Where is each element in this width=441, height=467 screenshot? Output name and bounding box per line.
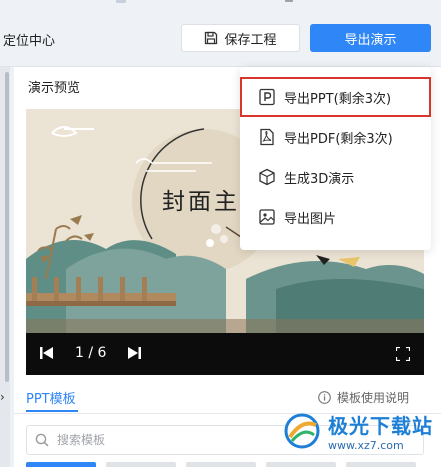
search-icon xyxy=(35,433,49,447)
category-chip[interactable] xyxy=(26,462,96,467)
template-category-strip xyxy=(26,462,441,467)
export-dropdown-menu: 导出PPT(剩余3次) 导出PDF(剩余3次) 生成3D演示 导出图片 xyxy=(240,67,431,250)
watermark-url: www.xz7.com xyxy=(328,439,404,452)
scrollbar[interactable] xyxy=(5,72,9,382)
next-slide-icon[interactable] xyxy=(127,347,141,359)
image-icon xyxy=(259,209,275,225)
tab-ppt-template[interactable]: PPT模板 xyxy=(26,388,76,407)
watermark-title: 极光下载站 xyxy=(328,414,433,438)
template-help-label: 模板使用说明 xyxy=(337,391,410,405)
template-help-link[interactable]: 模板使用说明 xyxy=(318,389,409,406)
menu-item-label: 导出PDF(剩余3次) xyxy=(284,131,393,147)
ppt-file-icon xyxy=(259,88,275,106)
floppy-disk-icon xyxy=(205,31,218,45)
menu-item-export-ppt[interactable]: 导出PPT(剩余3次) xyxy=(240,77,431,117)
save-project-button[interactable]: 保存工程 xyxy=(181,24,300,52)
previous-slide-icon[interactable] xyxy=(40,347,54,359)
site-watermark: 极光下载站 www.xz7.com xyxy=(282,410,433,452)
menu-item-export-image[interactable]: 导出图片 xyxy=(240,197,431,237)
info-icon xyxy=(318,391,331,404)
top-toolbar: 定位中心 保存工程 导出演示 xyxy=(0,0,441,67)
aurora-logo-icon xyxy=(284,413,320,449)
menu-item-label: 导出图片 xyxy=(284,211,337,227)
export-presentation-button[interactable]: 导出演示 xyxy=(310,24,431,52)
partial-icon xyxy=(116,0,126,3)
export-presentation-label: 导出演示 xyxy=(344,32,397,48)
preview-title: 演示预览 xyxy=(28,81,81,96)
category-chip[interactable] xyxy=(266,462,336,467)
category-chip[interactable] xyxy=(346,462,416,467)
menu-item-label: 导出PPT(剩余3次) xyxy=(284,91,392,107)
category-chip[interactable] xyxy=(106,462,176,467)
locate-center-label[interactable]: 定位中心 xyxy=(3,30,55,49)
collapse-arrow-icon[interactable]: › xyxy=(0,390,5,404)
watermark-text: 极光下载站 www.xz7.com xyxy=(328,410,433,452)
menu-item-export-pdf[interactable]: 导出PDF(剩余3次) xyxy=(240,117,431,157)
playback-controls: 1 / 6 xyxy=(26,333,424,375)
active-tab-indicator xyxy=(26,410,78,412)
fullscreen-icon[interactable] xyxy=(396,347,410,361)
pdf-file-icon xyxy=(260,128,274,146)
page-indicator: 1 / 6 xyxy=(75,345,107,361)
menu-item-generate-3d[interactable]: 生成3D演示 xyxy=(240,157,431,197)
category-chip[interactable] xyxy=(186,462,256,467)
save-project-label: 保存工程 xyxy=(224,32,277,48)
slide-title: 封面主 xyxy=(162,189,240,215)
left-panel-edge xyxy=(0,67,10,467)
cube-icon xyxy=(259,168,275,186)
partial-icon xyxy=(285,0,293,2)
menu-item-label: 生成3D演示 xyxy=(284,171,355,187)
